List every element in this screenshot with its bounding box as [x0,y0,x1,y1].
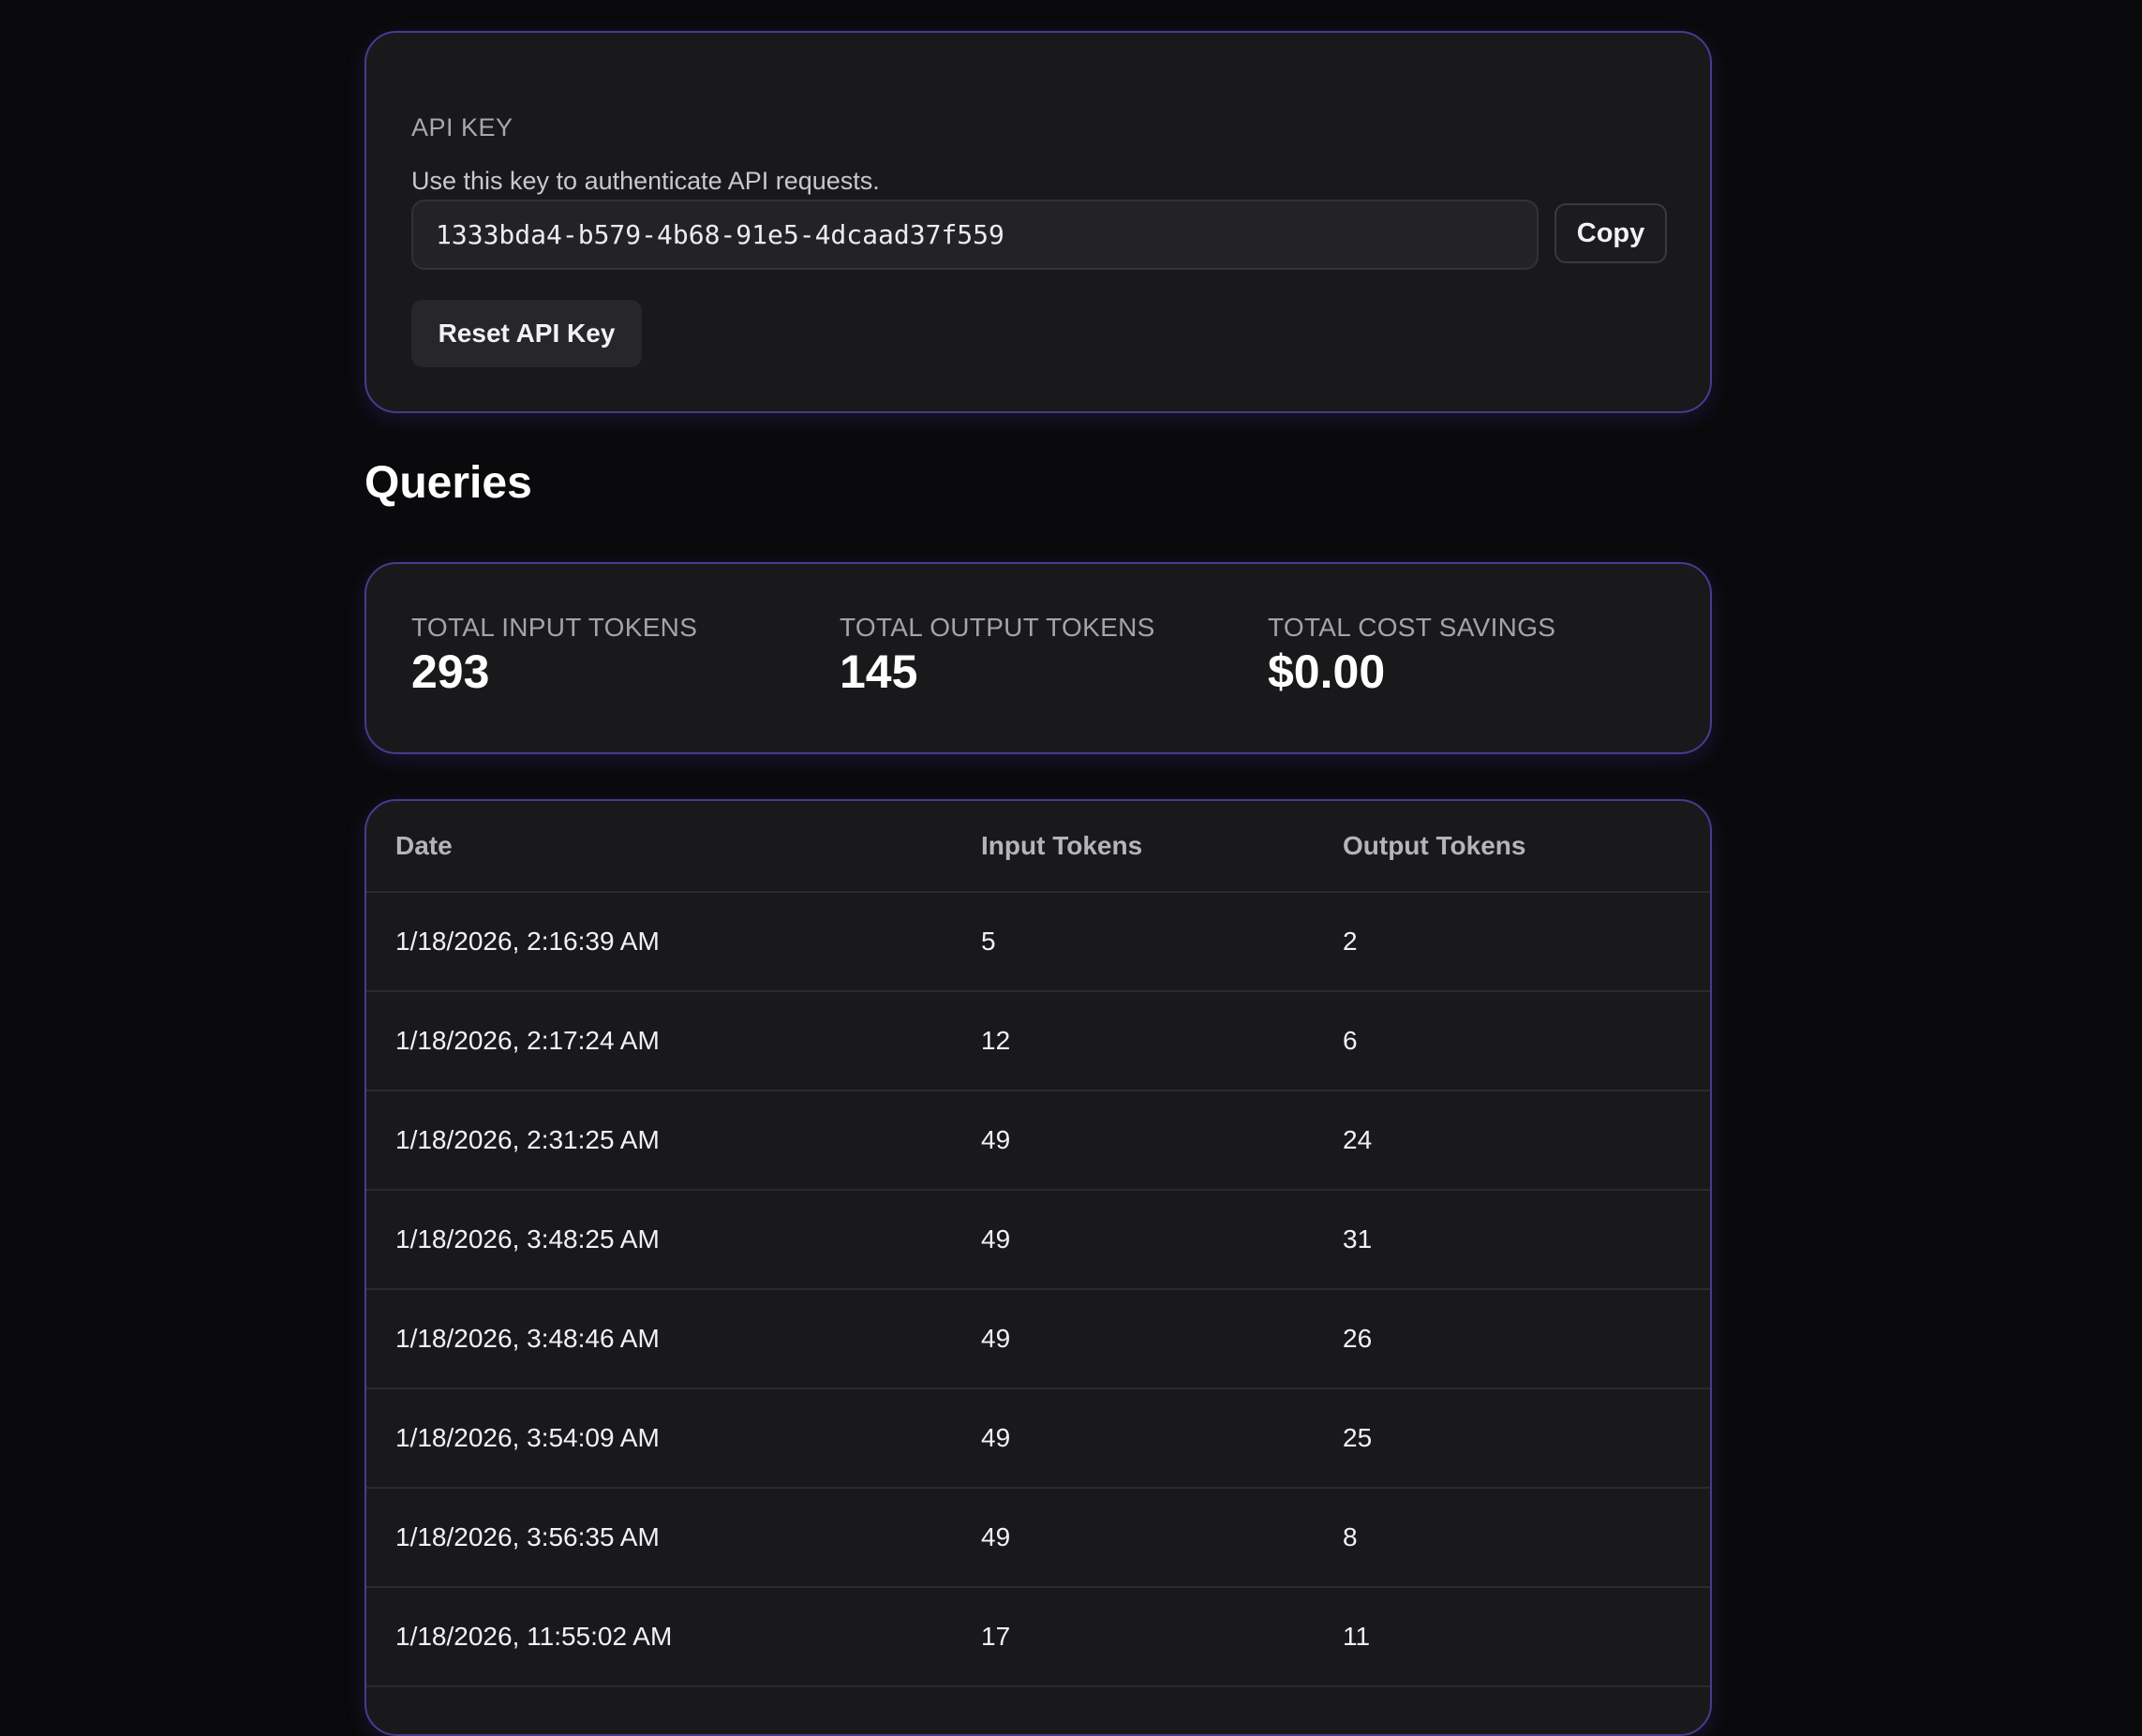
cell-input-tokens: 5 [981,927,996,956]
cell-date: 1/18/2026, 11:55:02 AM [395,1622,673,1651]
cell-output-tokens: 2 [1343,927,1358,956]
cell-input-tokens: 49 [981,1125,1011,1154]
api-key-field[interactable]: 1333bda4-b579-4b68-91e5-4dcaad37f559 [411,200,1539,270]
cell-date: 1/18/2026, 3:48:46 AM [395,1324,660,1353]
cell-output-tokens: 6 [1343,1026,1358,1055]
table-row: 1/18/2026, 11:55:02 AM 17 11 [366,1588,1710,1687]
stat-total-output-label: TOTAL OUTPUT TOKENS [840,613,1155,642]
copy-button[interactable]: Copy [1554,203,1667,263]
token-stats-card: TOTAL INPUT TOKENS 293 TOTAL OUTPUT TOKE… [364,562,1712,754]
stat-cost-savings-value: $0.00 [1268,645,1386,698]
stat-total-output: TOTAL OUTPUT TOKENS 145 [840,613,1155,699]
stat-total-output-value: 145 [840,645,918,698]
table-row: 1/18/2026, 2:16:39 AM 5 2 [366,893,1710,992]
cell-input-tokens: 49 [981,1324,1011,1353]
cell-date: 1/18/2026, 3:54:09 AM [395,1423,660,1452]
cell-date: 1/18/2026, 3:56:35 AM [395,1522,660,1551]
table-header-row: Date Input Tokens Output Tokens [366,801,1710,893]
table-row: 1/18/2026, 2:31:25 AM 49 24 [366,1091,1710,1191]
cell-date: 1/18/2026, 2:16:39 AM [395,927,660,956]
cell-output-tokens: 11 [1343,1622,1371,1651]
cell-input-tokens: 17 [981,1622,1011,1651]
cell-output-tokens: 25 [1343,1423,1373,1452]
stat-total-input-value: 293 [411,645,490,698]
cell-output-tokens: 24 [1343,1125,1373,1154]
cell-input-tokens: 49 [981,1224,1011,1254]
cell-output-tokens: 8 [1343,1522,1358,1551]
cell-date: 1/18/2026, 3:48:25 AM [395,1224,660,1254]
stat-total-input-label: TOTAL INPUT TOKENS [411,613,698,642]
stat-total-input: TOTAL INPUT TOKENS 293 [411,613,697,699]
cell-input-tokens: 49 [981,1522,1011,1551]
stat-cost-savings-label: TOTAL COST SAVINGS [1268,613,1556,642]
table-row: 1/18/2026, 3:48:25 AM 49 31 [366,1191,1710,1290]
stat-cost-savings: TOTAL COST SAVINGS $0.00 [1268,613,1555,699]
cell-output-tokens: 31 [1343,1224,1373,1254]
cell-input-tokens: 49 [981,1423,1011,1452]
column-header-date: Date [395,831,453,860]
queries-table: Date Input Tokens Output Tokens 1/18/202… [364,799,1712,1736]
reset-api-key-button[interactable]: Reset API Key [411,300,642,367]
column-header-output-tokens: Output Tokens [1343,831,1526,860]
table-row: 1/18/2026, 2:17:24 AM 12 6 [366,992,1710,1091]
table-row: 1/18/2026, 3:48:46 AM 49 26 [366,1290,1710,1389]
table-row: 1/18/2026, 3:54:09 AM 49 25 [366,1389,1710,1489]
cell-output-tokens: 26 [1343,1324,1373,1353]
api-key-description: Use this key to authenticate API request… [411,167,880,195]
cell-date: 1/18/2026, 2:31:25 AM [395,1125,660,1154]
column-header-input-tokens: Input Tokens [981,831,1143,860]
table-row: 1/18/2026, 3:56:35 AM 49 8 [366,1489,1710,1588]
api-key-title: API KEY [411,113,513,141]
cell-date: 1/18/2026, 2:17:24 AM [395,1026,660,1055]
cell-input-tokens: 12 [981,1026,1011,1055]
api-key-card: API KEY Use this key to authenticate API… [364,31,1712,413]
queries-heading: Queries [364,458,532,508]
